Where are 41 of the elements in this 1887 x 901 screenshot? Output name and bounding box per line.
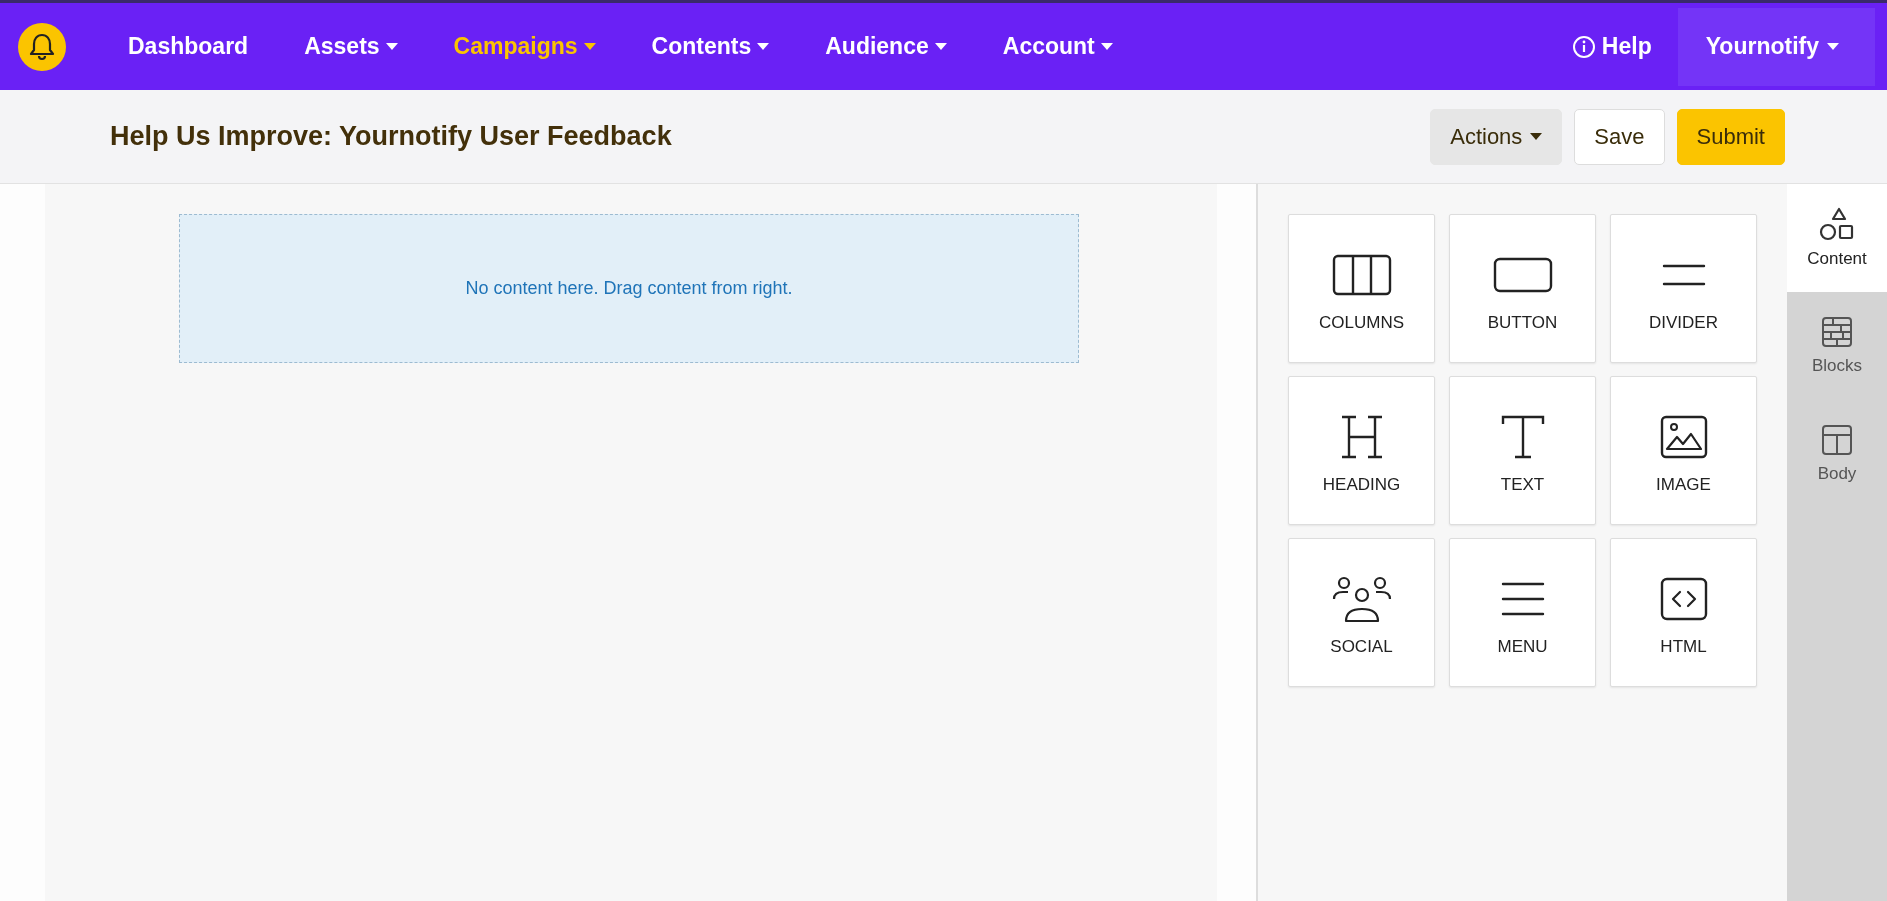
submit-button[interactable]: Submit bbox=[1676, 108, 1785, 165]
menu-icon bbox=[1500, 582, 1545, 616]
caret-icon bbox=[1827, 43, 1839, 50]
content-tile[interactable]: COLUMNS bbox=[1288, 214, 1435, 363]
nav-menu-item[interactable]: Assets bbox=[280, 33, 422, 60]
content-tile[interactable]: TEXT bbox=[1449, 376, 1596, 525]
content-tile[interactable]: HEADING bbox=[1288, 376, 1435, 525]
people-icon bbox=[1331, 575, 1392, 623]
two-lines-icon bbox=[1661, 264, 1706, 286]
nav-menu-item[interactable]: Dashboard bbox=[104, 33, 273, 60]
content-tile[interactable]: DIVIDER bbox=[1610, 214, 1757, 363]
side-tab[interactable]: Body bbox=[1787, 400, 1887, 508]
account-menu[interactable]: Yournotify bbox=[1677, 7, 1875, 86]
nav-menu-item[interactable]: Audience bbox=[801, 33, 971, 60]
help-link[interactable]: Help bbox=[1571, 33, 1652, 60]
content-tile[interactable]: SOCIAL bbox=[1288, 538, 1435, 687]
content-tile[interactable]: HTML bbox=[1610, 538, 1757, 687]
caret-icon bbox=[1530, 133, 1543, 140]
nav-menu-item[interactable]: Contents bbox=[627, 33, 794, 60]
side-tab[interactable]: Blocks bbox=[1787, 292, 1887, 400]
columns-icon bbox=[1331, 254, 1392, 296]
drop-zone[interactable]: No content here. Drag content from right. bbox=[179, 214, 1079, 363]
bell-icon[interactable] bbox=[18, 22, 66, 71]
text-icon bbox=[1500, 415, 1545, 459]
content-tile[interactable]: BUTTON bbox=[1449, 214, 1596, 363]
actions-button[interactable]: Actions bbox=[1430, 108, 1563, 165]
side-tab[interactable]: Content bbox=[1787, 184, 1887, 292]
code-icon bbox=[1659, 577, 1708, 621]
layout-icon bbox=[1821, 424, 1853, 456]
info-icon bbox=[1571, 34, 1596, 59]
image-icon bbox=[1659, 415, 1708, 459]
rectangle-icon bbox=[1492, 257, 1553, 293]
nav-menu-item[interactable]: Campaigns bbox=[429, 33, 620, 60]
save-button[interactable]: Save bbox=[1574, 108, 1665, 165]
content-tile[interactable]: MENU bbox=[1449, 538, 1596, 687]
page-title: Help Us Improve: Yournotify User Feedback bbox=[110, 121, 673, 152]
shapes-icon bbox=[1819, 207, 1855, 241]
heading-icon bbox=[1339, 415, 1384, 459]
bricks-icon bbox=[1821, 316, 1853, 348]
nav-menu-item[interactable]: Account bbox=[978, 33, 1137, 60]
content-tile[interactable]: IMAGE bbox=[1610, 376, 1757, 525]
